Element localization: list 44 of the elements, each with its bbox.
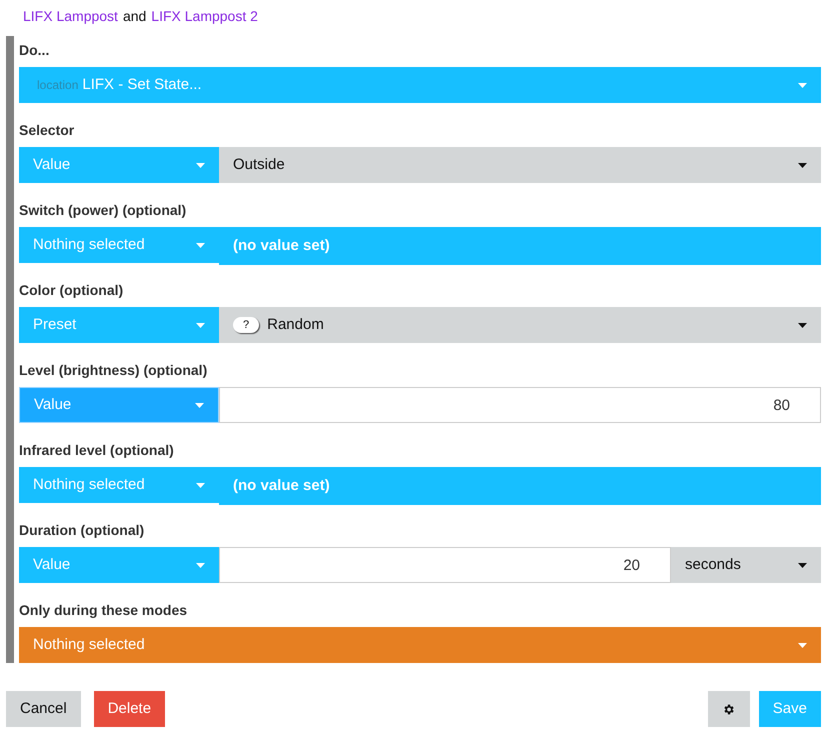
cancel-button[interactable]: Cancel (6, 691, 81, 727)
prefix-label: location (37, 77, 78, 94)
settings-button[interactable] (708, 691, 750, 727)
caret-icon (798, 162, 807, 168)
caret-icon (196, 562, 205, 568)
device-link[interactable]: LIFX Lamppost (23, 6, 118, 36)
modes-dropdown[interactable]: Nothing selected (19, 627, 821, 663)
action-dropdown[interactable]: location LIFX - Set State... (19, 67, 821, 103)
number-input[interactable]: 80 (219, 387, 821, 423)
caret-icon (798, 322, 807, 328)
target-dropdown[interactable]: ? Random (219, 307, 821, 343)
mode-dropdown[interactable]: Nothing selected (19, 467, 219, 503)
empty-value: (no value set) (219, 227, 821, 265)
field-label: Infrared level (optional) (19, 441, 175, 460)
mode-dropdown[interactable]: Value (19, 147, 219, 183)
mode-dropdown[interactable]: Value (19, 387, 219, 423)
help-badge: ? (233, 317, 260, 333)
field-label: Only during these modes (19, 601, 188, 620)
save-button[interactable]: Save (758, 691, 821, 727)
field-label: Do... (19, 41, 50, 60)
caret-icon (196, 162, 205, 168)
target-dropdown[interactable]: Outside (219, 147, 821, 183)
caret-icon (196, 322, 205, 328)
empty-value: (no value set) (219, 467, 821, 505)
number-input[interactable]: 20 (219, 547, 671, 583)
caret-icon (798, 82, 807, 88)
caret-icon (196, 482, 205, 488)
field-label: Selector (19, 121, 76, 140)
delete-button[interactable]: Delete (94, 691, 166, 727)
caret-icon (195, 402, 204, 408)
field-label: Level (brightness) (optional) (19, 361, 208, 380)
settings-icon (722, 702, 736, 716)
unit-dropdown[interactable]: seconds (671, 547, 821, 583)
field-label: Duration (optional) (19, 521, 146, 540)
field-label: Switch (power) (optional) (19, 201, 188, 220)
device-link[interactable]: LIFX Lamppost 2 (151, 6, 258, 36)
caret-icon (798, 562, 807, 568)
mode-dropdown[interactable]: Value (19, 547, 219, 583)
mode-dropdown[interactable]: Nothing selected (19, 227, 219, 263)
connector-text: and (122, 7, 146, 26)
mode-dropdown[interactable]: Preset (19, 307, 219, 343)
caret-icon (196, 242, 205, 248)
caret-icon (798, 642, 807, 648)
field-label: Color (optional) (19, 281, 124, 300)
